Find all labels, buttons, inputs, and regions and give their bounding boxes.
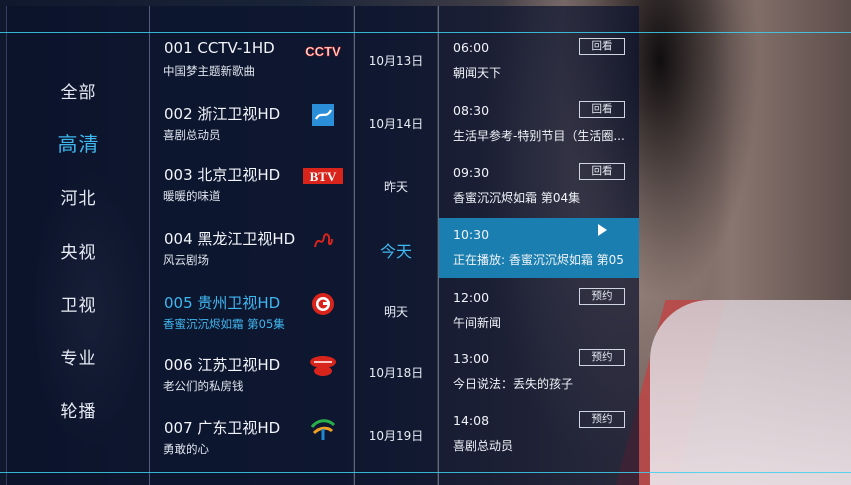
- program-title: 午间新闻: [453, 316, 502, 330]
- program-time: 13:00: [453, 351, 490, 366]
- cctv-logo: CCTV: [303, 39, 343, 63]
- channel-name: 005 贵州卫视HD: [164, 294, 281, 312]
- category-item-satellite[interactable]: 卫视: [7, 291, 150, 316]
- replay-button[interactable]: 回看: [579, 101, 625, 118]
- channel-item[interactable]: 002 浙江卫视HD 喜剧总动员: [150, 103, 353, 161]
- date-item[interactable]: 10月18日: [355, 364, 437, 381]
- replay-button[interactable]: 回看: [579, 38, 625, 55]
- program-item[interactable]: 14:08 预约 喜剧总动员: [439, 411, 639, 471]
- channel-name: 003 北京卫视HD: [164, 166, 281, 184]
- channel-item[interactable]: 006 江苏卫视HD 老公们的私房钱: [150, 354, 353, 412]
- jiangsu-tv-logo-graphic: [310, 356, 336, 376]
- program-time: 14:08: [453, 413, 490, 428]
- play-icon: [598, 224, 607, 236]
- heilongjiang-tv-logo: [303, 228, 343, 252]
- channel-item[interactable]: 003 北京卫视HD 暖暖的味道 BTV: [150, 164, 353, 222]
- channel-current-program: 中国梦主题新歌曲: [163, 64, 255, 78]
- channel-name: 007 广东卫视HD: [164, 419, 281, 437]
- guangdong-tv-logo-graphic: [310, 419, 336, 440]
- reserve-button[interactable]: 预约: [579, 288, 625, 305]
- program-item[interactable]: 12:00 预约 午间新闻: [439, 288, 639, 348]
- channel-panel: 001 CCTV-1HD 中国梦主题新歌曲 CCTV 002 浙江卫视HD 喜剧…: [150, 6, 353, 485]
- category-item-carousel[interactable]: 轮播: [7, 397, 150, 422]
- date-item[interactable]: 10月13日: [355, 52, 437, 69]
- replay-button[interactable]: 回看: [579, 163, 625, 180]
- date-item-tomorrow[interactable]: 明天: [355, 303, 437, 320]
- date-item-yesterday[interactable]: 昨天: [355, 178, 437, 195]
- program-item[interactable]: 06:00 回看 朝闻天下: [439, 38, 639, 98]
- guizhou-tv-logo: [303, 292, 343, 316]
- guide-line-bottom: [0, 472, 851, 473]
- btv-logo: BTV: [303, 164, 343, 188]
- date-panel: 10月13日 10月14日 昨天 今天 明天 10月18日 10月19日: [355, 6, 437, 485]
- program-title: 香蜜沉沉烬如霜 第04集: [453, 191, 581, 205]
- program-time: 10:30: [453, 227, 490, 242]
- program-title: 今日说法：丢失的孩子: [453, 377, 574, 391]
- guangdong-tv-logo: [303, 417, 343, 441]
- category-item-all[interactable]: 全部: [7, 78, 150, 103]
- program-time: 09:30: [453, 165, 490, 180]
- program-title: 生活早参考-特别节目（生活圈...: [453, 129, 625, 143]
- program-title: 喜剧总动员: [453, 439, 514, 453]
- program-time: 12:00: [453, 290, 490, 305]
- program-time: 06:00: [453, 40, 490, 55]
- program-item-now-playing[interactable]: 10:30 正在播放: 香蜜沉沉烬如霜 第05: [439, 218, 639, 278]
- reserve-button[interactable]: 预约: [579, 349, 625, 366]
- program-item[interactable]: 13:00 预约 今日说法：丢失的孩子: [439, 349, 639, 409]
- program-item[interactable]: 08:30 回看 生活早参考-特别节目（生活圈...: [439, 101, 639, 161]
- channel-name: 002 浙江卫视HD: [164, 105, 281, 123]
- category-item-hd[interactable]: 高清: [7, 128, 150, 157]
- program-title: 正在播放: 香蜜沉沉烬如霜 第05: [453, 253, 624, 267]
- guide-line-top: [0, 32, 851, 33]
- program-time: 08:30: [453, 103, 490, 118]
- category-panel: 全部 高清 河北 央视 卫视 专业 轮播: [6, 6, 149, 485]
- date-item-today[interactable]: 今天: [355, 238, 437, 262]
- channel-current-program: 香蜜沉沉烬如霜 第05集: [163, 317, 285, 331]
- cctv-logo-graphic: CCTV: [305, 44, 341, 58]
- jiangsu-tv-logo: [303, 354, 343, 378]
- channel-name: 004 黑龙江卫视HD: [164, 230, 296, 248]
- program-panel: 06:00 回看 朝闻天下 08:30 回看 生活早参考-特别节目（生活圈...…: [439, 6, 639, 485]
- btv-logo-graphic: BTV: [303, 168, 343, 184]
- channel-current-program: 风云剧场: [163, 253, 209, 267]
- zhejiang-tv-logo-graphic: [312, 104, 334, 126]
- category-item-professional[interactable]: 专业: [7, 344, 150, 369]
- category-item-cctv[interactable]: 央视: [7, 238, 150, 263]
- date-item[interactable]: 10月14日: [355, 115, 437, 132]
- program-item[interactable]: 09:30 回看 香蜜沉沉烬如霜 第04集: [439, 163, 639, 223]
- channel-current-program: 老公们的私房钱: [163, 379, 244, 393]
- channel-item[interactable]: 007 广东卫视HD 勇敢的心: [150, 417, 353, 475]
- channel-item[interactable]: 004 黑龙江卫视HD 风云剧场: [150, 228, 353, 286]
- program-title: 朝闻天下: [453, 66, 502, 80]
- date-item[interactable]: 10月19日: [355, 427, 437, 444]
- guizhou-tv-logo-graphic: [312, 293, 334, 315]
- channel-item[interactable]: 001 CCTV-1HD 中国梦主题新歌曲 CCTV: [150, 39, 353, 97]
- category-item-hebei[interactable]: 河北: [7, 184, 150, 209]
- zhejiang-tv-logo: [303, 103, 343, 127]
- heilongjiang-tv-logo-graphic: [314, 233, 333, 248]
- channel-name: 006 江苏卫视HD: [164, 356, 281, 374]
- channel-current-program: 喜剧总动员: [163, 128, 221, 142]
- reserve-button[interactable]: 预约: [579, 411, 625, 428]
- video-robe-shape: [650, 300, 851, 485]
- btv-logo-text: BTV: [310, 169, 337, 184]
- cctv-logo-text: CCTV: [305, 44, 341, 58]
- channel-current-program: 勇敢的心: [163, 442, 209, 456]
- channel-item-active[interactable]: 005 贵州卫视HD 香蜜沉沉烬如霜 第05集: [150, 292, 353, 350]
- channel-name: 001 CCTV-1HD: [164, 39, 275, 57]
- channel-current-program: 暖暖的味道: [163, 189, 221, 203]
